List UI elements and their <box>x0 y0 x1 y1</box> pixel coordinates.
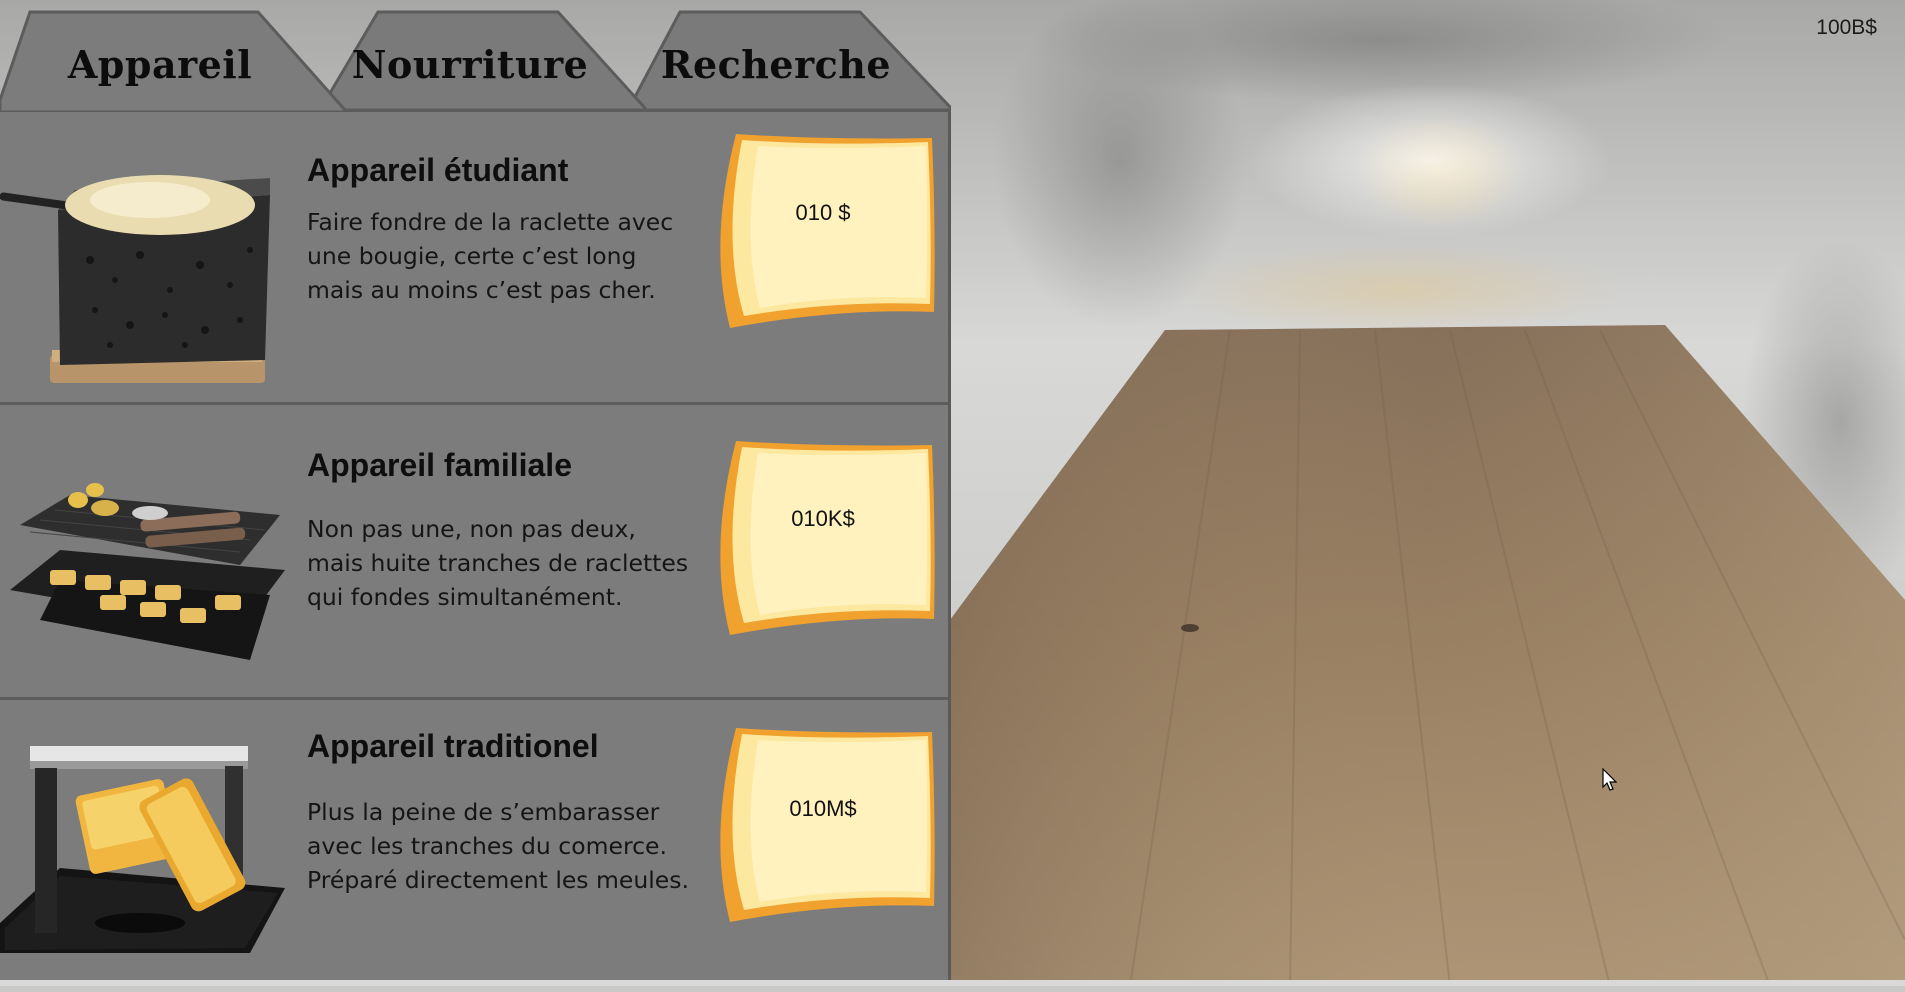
shop-item-familiale: Appareil familiale Non pas une, non pas … <box>0 405 948 697</box>
item-title: Appareil traditionel <box>307 728 599 764</box>
money-counter: 100B$ <box>1816 16 1877 39</box>
price-label: 010K$ <box>791 506 855 531</box>
item-description: Faire fondre de la raclette avec une bou… <box>307 208 674 304</box>
family-raclette-grill-icon <box>10 483 285 660</box>
shop-item-etudiant: Appareil étudiant Faire fondre de la rac… <box>0 112 948 404</box>
item-title: Appareil familiale <box>307 447 572 483</box>
cheese-wedge-icon <box>720 728 935 922</box>
item-title: Appareil étudiant <box>307 152 569 188</box>
cheese-wedge-icon <box>720 134 935 328</box>
mouse-cursor-icon <box>1602 768 1618 791</box>
tab-appareil[interactable]: Appareil <box>40 40 280 90</box>
item-description: Plus la peine de s’embarasser avec les t… <box>307 798 689 894</box>
bottom-strip <box>0 980 1905 986</box>
cheese-wedge-icon <box>720 441 935 635</box>
item-description: Non pas une, non pas deux, mais huite tr… <box>307 515 689 611</box>
buy-familiale-button[interactable]: 010K$ <box>708 439 938 639</box>
tab-recherche[interactable]: Recherche <box>650 40 902 90</box>
price-label: 010M$ <box>789 796 857 821</box>
shop-item-traditionel: Appareil traditionel Plus la peine de s’… <box>0 700 948 992</box>
price-label: 010 $ <box>795 200 851 225</box>
tab-nourriture[interactable]: Nourriture <box>340 40 600 90</box>
traditional-raclette-machine-icon <box>0 746 285 953</box>
candle-raclette-device-icon <box>0 175 270 383</box>
buy-etudiant-button[interactable]: 010 $ <box>708 132 938 332</box>
buy-traditionel-button[interactable]: 010M$ <box>708 726 938 926</box>
